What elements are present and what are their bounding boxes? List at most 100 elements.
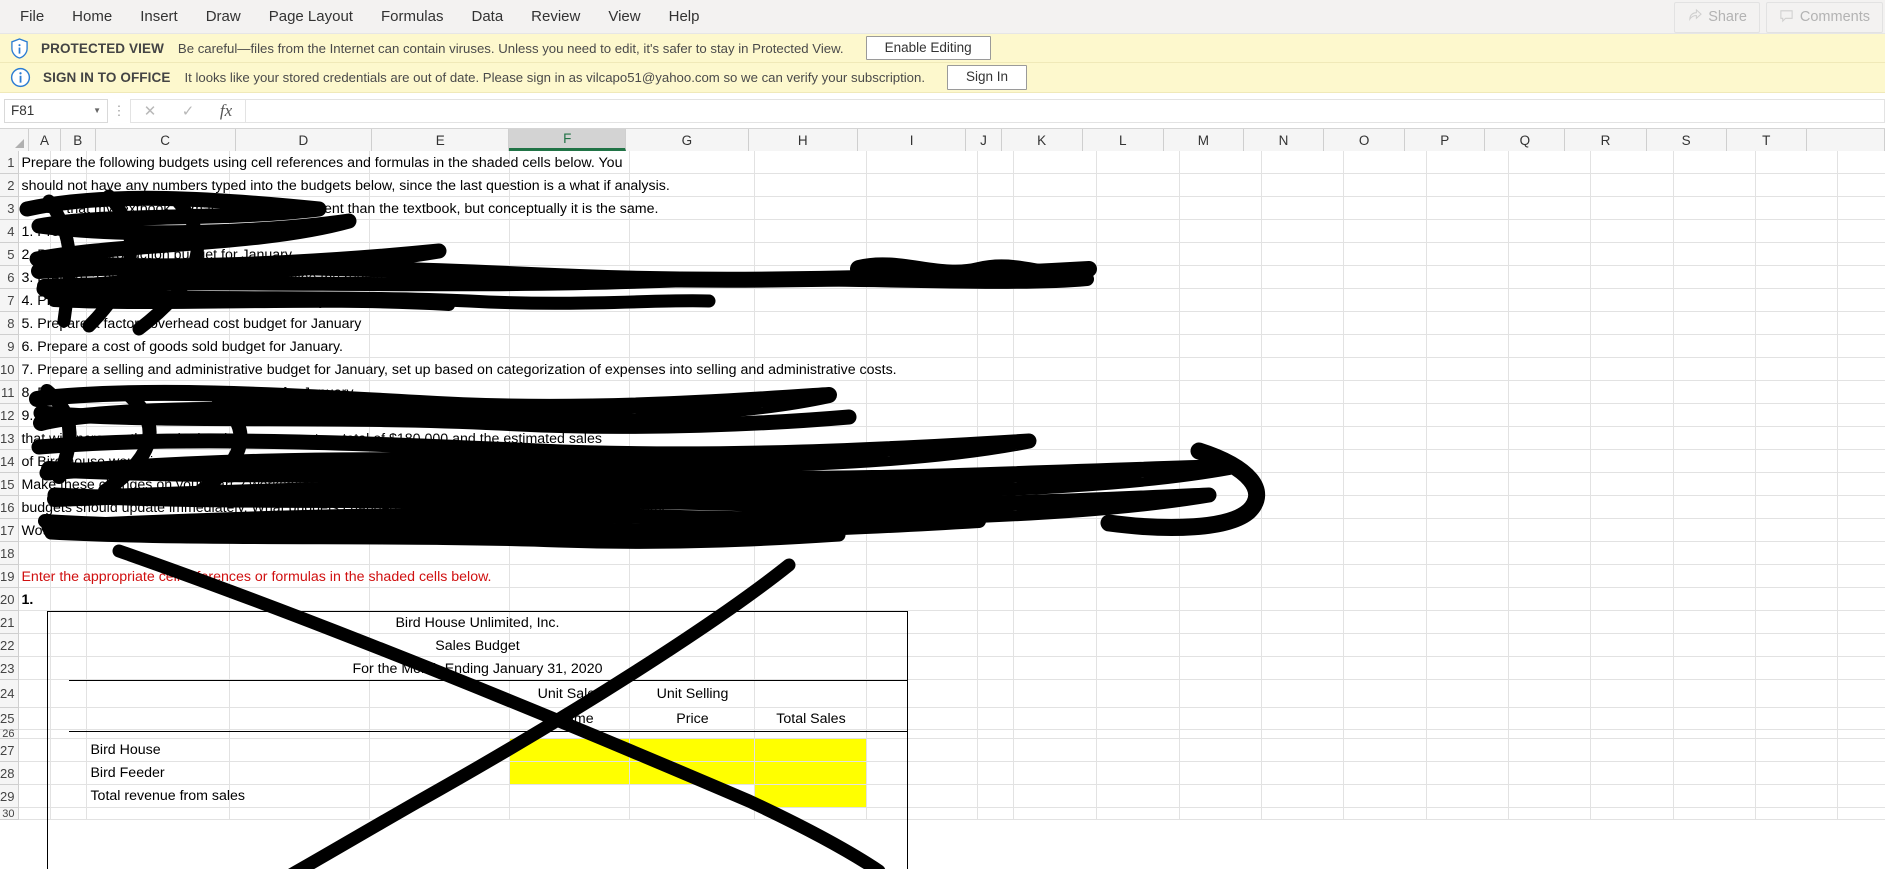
row-header-5[interactable]: 5 [0,243,19,266]
row-header-11[interactable]: 11 [0,381,19,404]
column-header-k[interactable]: K [1001,129,1083,151]
check-icon[interactable]: ✓ [169,100,207,122]
cell-f28-input[interactable] [510,762,631,784]
cell-h25[interactable]: Total Sales [755,708,868,729]
cell-h29-input[interactable] [755,785,868,807]
cell-f25[interactable]: Volume [510,708,631,729]
sheet-row-18[interactable] [19,542,1885,565]
cell-a1[interactable] [19,151,52,173]
column-header-p[interactable]: P [1405,129,1486,151]
sheet-row-17[interactable] [19,519,1885,542]
column-header-m[interactable]: M [1163,129,1244,151]
ribbon-tab-home[interactable]: Home [58,2,126,31]
name-box[interactable]: F81 ▼ [4,98,108,123]
row-header-16[interactable]: 16 [0,496,19,519]
row-header-17[interactable]: 17 [0,519,19,542]
enable-editing-button[interactable]: Enable Editing [865,35,991,61]
row-header-6[interactable]: 6 [0,266,19,289]
row-header-15[interactable]: 15 [0,473,19,496]
ribbon-tab-review[interactable]: Review [517,2,594,31]
sheet-row-21[interactable] [19,611,1885,634]
column-header-r[interactable]: R [1565,129,1647,151]
cell-c27[interactable]: Bird House [87,739,231,761]
sign-in-button[interactable]: Sign In [947,65,1028,90]
cell-d1[interactable] [230,151,371,173]
cell-c28[interactable]: Bird Feeder [87,762,231,784]
cell-c1[interactable] [87,151,231,173]
row-header-20[interactable]: 20 [0,588,19,611]
sheet-row-27[interactable]: Bird House [19,739,1885,762]
ribbon-tab-formulas[interactable]: Formulas [367,2,458,31]
chevron-down-icon[interactable]: ▼ [93,106,101,115]
column-header-s[interactable]: S [1646,129,1727,151]
row-header-27[interactable]: 27 [0,739,19,762]
ribbon-tab-insert[interactable]: Insert [126,2,192,31]
sheet-row-11[interactable] [19,381,1885,404]
row-header-2[interactable]: 2 [0,174,19,197]
row-header-25[interactable]: 25 [0,708,19,730]
ribbon-tab-help[interactable]: Help [655,2,714,31]
row-header-19[interactable]: 19 [0,565,19,588]
sheet-row-15[interactable] [19,473,1885,496]
sheet-row-14[interactable] [19,450,1885,473]
row-header-9[interactable]: 9 [0,335,19,358]
ribbon-tab-view[interactable]: View [594,2,654,31]
sheet-row-10[interactable] [19,358,1885,381]
cell-f27-input[interactable] [510,739,631,761]
cell-p1[interactable] [1427,151,1510,173]
fx-icon[interactable]: fx [207,100,245,122]
cell-g24[interactable]: Unit Selling [630,680,756,707]
sheet-row-22[interactable] [19,634,1885,657]
ribbon-tab-data[interactable]: Data [457,2,517,31]
formula-input[interactable] [245,98,1885,123]
cell-o1[interactable] [1344,151,1428,173]
sheet-row-30[interactable] [19,808,1885,820]
ribbon-tab-draw[interactable]: Draw [192,2,255,31]
sheet-row-29[interactable]: Total revenue from sales [19,785,1885,808]
cell-r1[interactable] [1591,151,1675,173]
column-header-f[interactable]: F [509,129,627,151]
row-header-24[interactable]: 24 [0,680,19,708]
sheet-row-7[interactable] [19,289,1885,312]
ribbon-tab-file[interactable]: File [6,2,58,31]
row-header-29[interactable]: 29 [0,785,19,808]
row-header-28[interactable]: 28 [0,762,19,785]
cell-c29[interactable]: Total revenue from sales [87,785,245,807]
cell-i1[interactable] [867,151,979,173]
sheet-row-25[interactable]: Volume Price Total Sales [19,708,1885,730]
column-header-j[interactable]: J [966,129,1002,151]
cell-s1[interactable] [1674,151,1757,173]
sheet-row-23[interactable] [19,657,1885,680]
sheet-row-13[interactable] [19,427,1885,450]
row-header-26[interactable]: 26 [0,728,19,740]
row-header-18[interactable]: 18 [0,542,19,565]
formula-bar-grip[interactable]: ⋮ [108,104,130,117]
sheet-row-9[interactable] [19,335,1885,358]
sheet-row-24[interactable]: Unit Sales Unit Selling [19,680,1885,708]
row-header-8[interactable]: 8 [0,312,19,335]
column-header-c[interactable]: C [95,129,236,151]
cell-t1[interactable] [1756,151,1839,173]
row-header-4[interactable]: 4 [0,220,19,243]
close-icon[interactable]: ✕ [131,100,169,122]
sheet-row-28[interactable]: Bird Feeder [19,762,1885,785]
share-button[interactable]: Share [1674,1,1760,33]
cell-q1[interactable] [1509,151,1592,173]
column-header-l[interactable]: L [1082,129,1164,151]
select-all-corner[interactable] [0,129,30,151]
cell-h27-input[interactable] [755,739,868,761]
row-header-14[interactable]: 14 [0,450,19,473]
cell-g27-input[interactable] [630,739,756,761]
column-header-u[interactable] [1806,129,1885,151]
row-header-1[interactable]: 1 [0,151,19,174]
column-header-i[interactable]: I [857,129,967,151]
sheet-row-16[interactable] [19,496,1885,519]
row-header-23[interactable]: 23 [0,657,19,680]
sheet-row-5[interactable] [19,243,1885,266]
sheet-row-1[interactable] [19,151,1885,174]
row-header-10[interactable]: 10 [0,358,19,381]
comments-button[interactable]: Comments [1765,1,1883,33]
column-header-o[interactable]: O [1324,129,1406,151]
column-header-b[interactable]: B [60,129,96,151]
cell-f1[interactable] [510,151,631,173]
